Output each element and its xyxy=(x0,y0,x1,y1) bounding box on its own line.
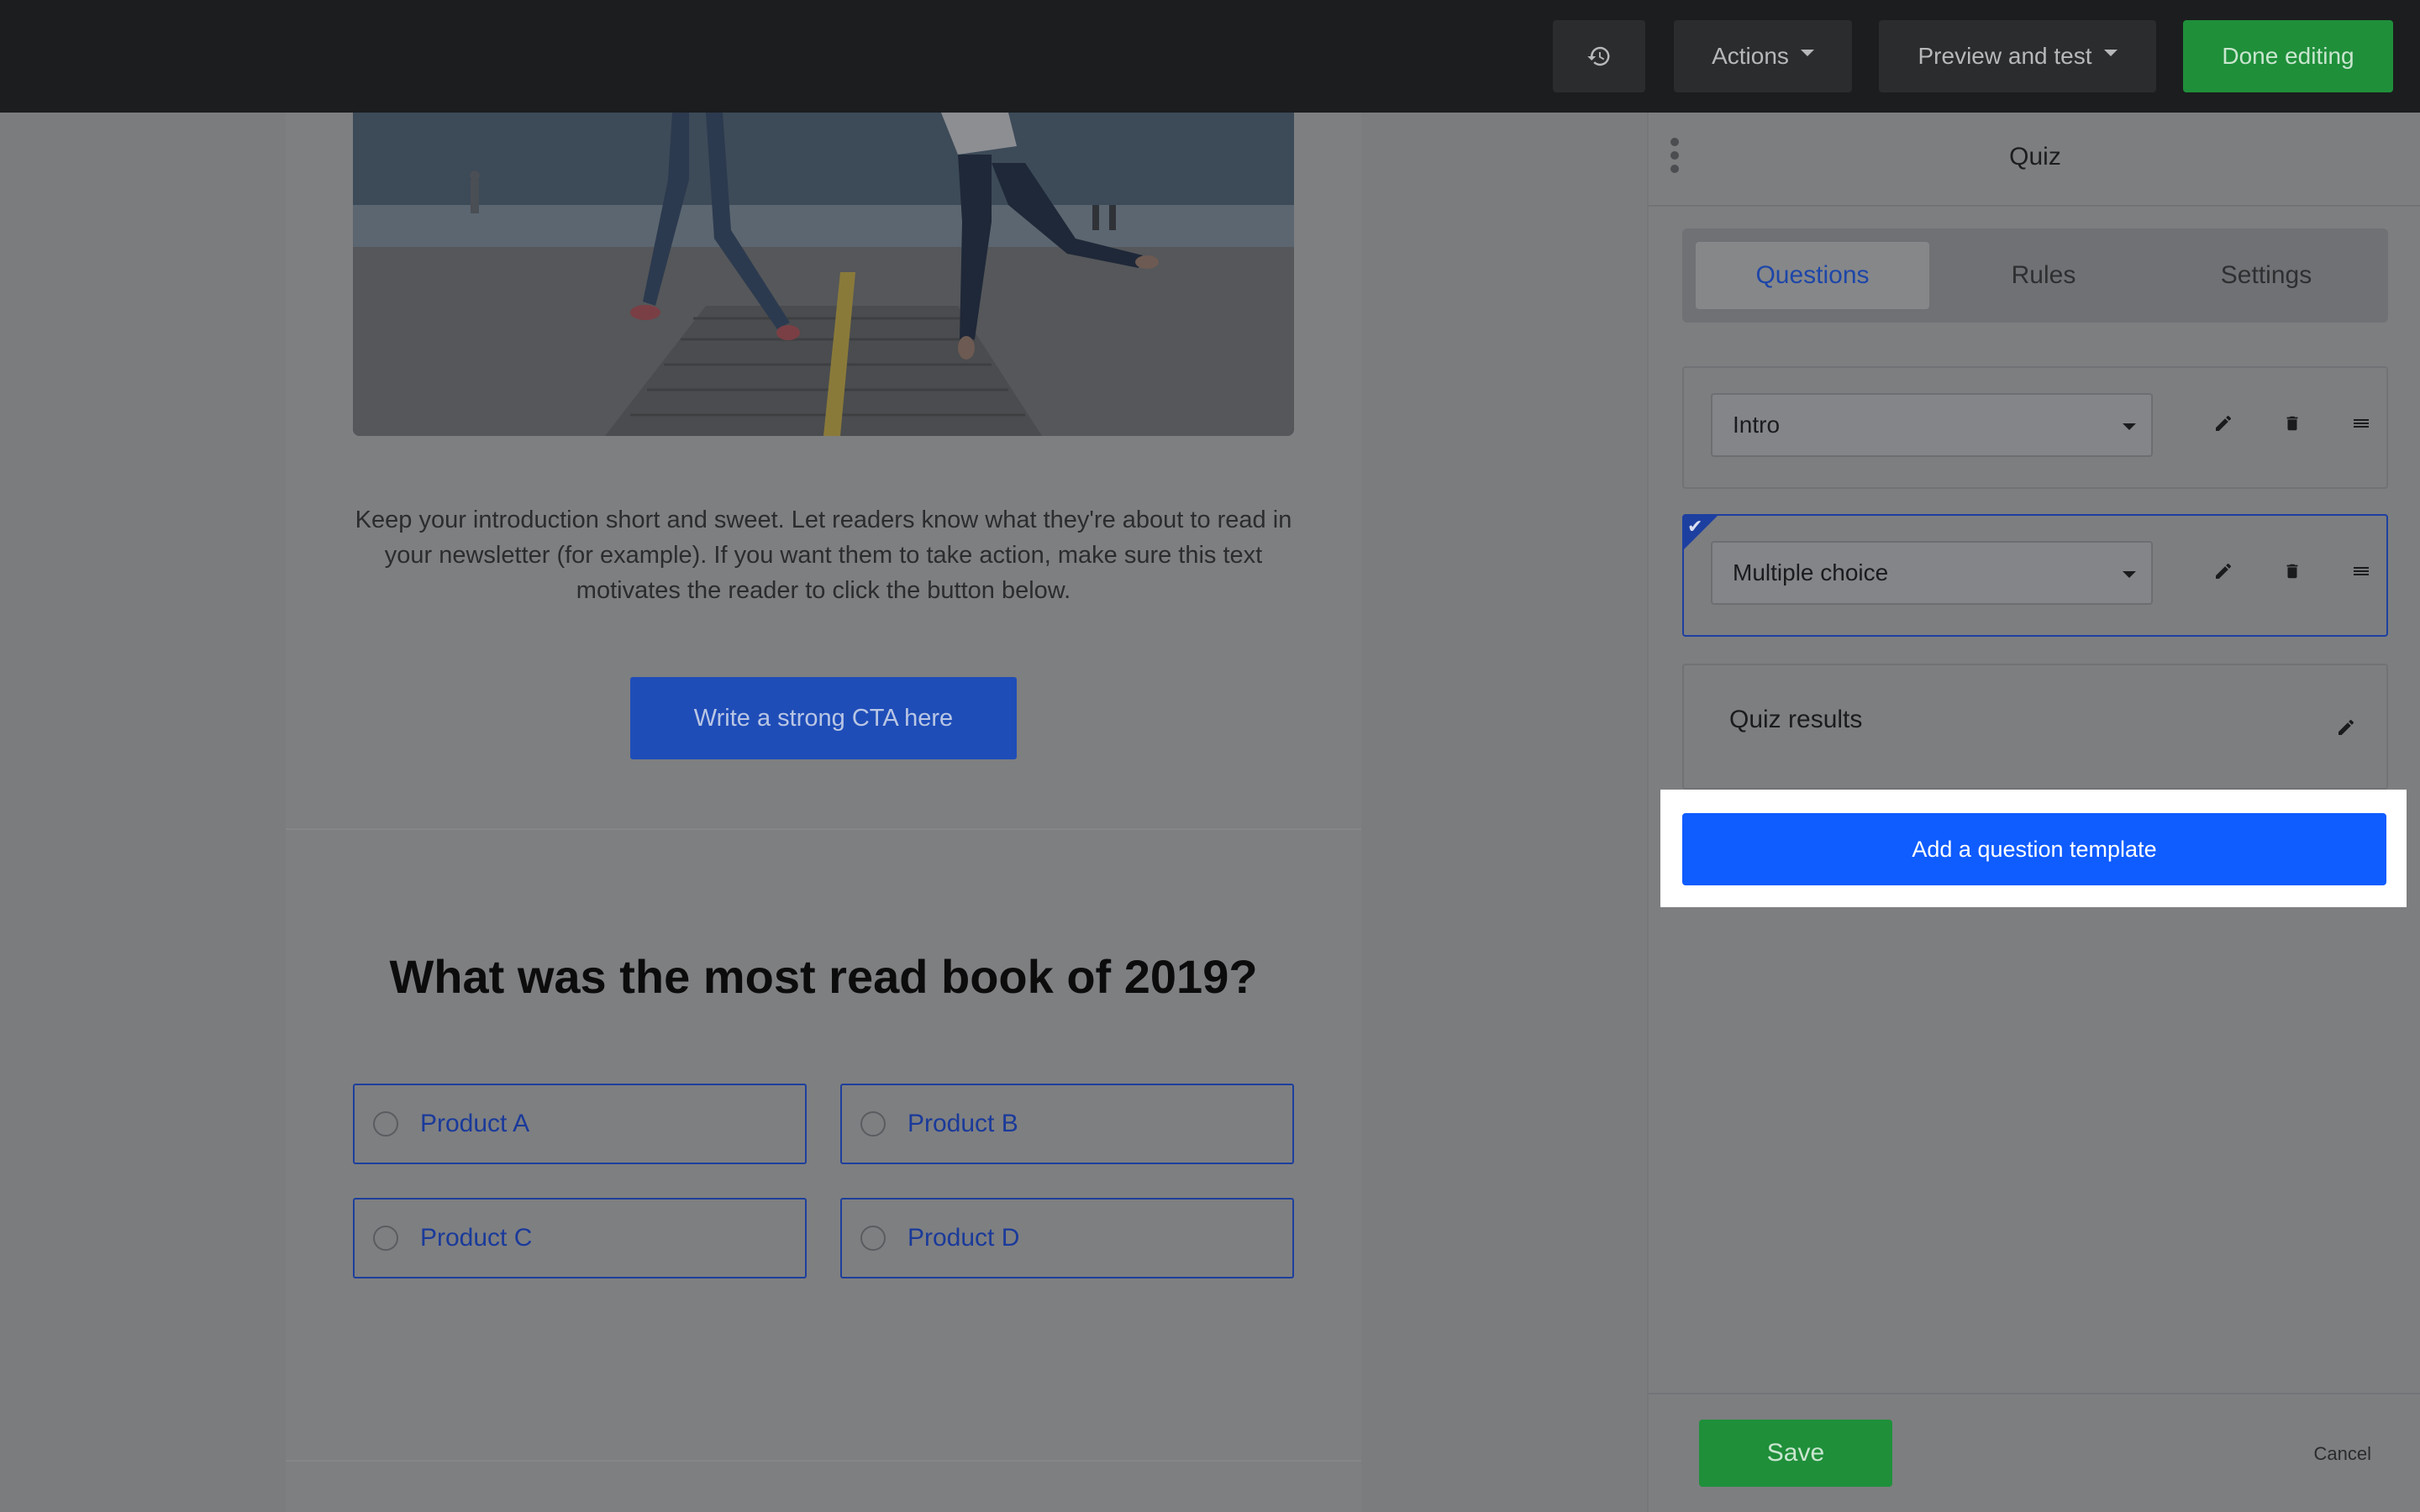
answer-option-d[interactable]: Product D xyxy=(840,1198,1294,1278)
quiz-results-card: Quiz results xyxy=(1682,664,2388,790)
panel-header: Quiz xyxy=(1649,113,2420,207)
section-divider xyxy=(286,1460,1361,1462)
tab-questions[interactable]: Questions xyxy=(1696,242,1929,309)
quiz-question-title: What was the most read book of 2019? xyxy=(389,950,1258,1003)
question-type-select[interactable]: Multiple choice xyxy=(1711,541,2153,605)
section-divider xyxy=(286,828,1361,830)
answer-option-label: Product C xyxy=(420,1224,533,1252)
drag-handle-icon[interactable] xyxy=(2344,554,2378,588)
hero-image xyxy=(353,113,1294,436)
radio-icon xyxy=(860,1111,886,1137)
editor-canvas: Keep your introduction short and sweet. … xyxy=(0,113,1647,1512)
answer-option-label: Product A xyxy=(420,1110,530,1137)
chevron-down-icon xyxy=(2123,423,2136,430)
radio-icon xyxy=(373,1226,398,1251)
edit-icon[interactable] xyxy=(2207,554,2240,588)
question-card-multiple-choice[interactable]: ✔ Multiple choice xyxy=(1682,514,2388,637)
radio-icon xyxy=(373,1111,398,1137)
answer-option-c[interactable]: Product C xyxy=(353,1198,807,1278)
intro-paragraph: Keep your introduction short and sweet. … xyxy=(355,507,1292,604)
preview-label: Preview and test xyxy=(1918,43,2092,69)
answer-option-a[interactable]: Product A xyxy=(353,1084,807,1164)
checkmark-icon: ✔ xyxy=(1687,516,1703,537)
save-button[interactable]: Save xyxy=(1699,1420,1892,1487)
history-icon xyxy=(1587,46,1610,66)
quiz-results-label: Quiz results xyxy=(1729,706,1863,733)
history-button[interactable] xyxy=(1553,20,1645,92)
answer-option-label: Product D xyxy=(908,1224,1020,1252)
question-type-value: Intro xyxy=(1733,412,1781,438)
answer-option-b[interactable]: Product B xyxy=(840,1084,1294,1164)
drag-handle-icon[interactable] xyxy=(2344,407,2378,440)
panel-tabs: Questions Rules Settings xyxy=(1682,228,2388,323)
cta-button[interactable]: Write a strong CTA here xyxy=(630,677,1017,759)
actions-button[interactable]: Actions xyxy=(1674,20,1852,92)
question-type-select[interactable]: Intro xyxy=(1711,393,2153,457)
cancel-link[interactable]: Cancel xyxy=(2314,1443,2371,1465)
add-question-template-button[interactable]: Add a question template xyxy=(1682,813,2386,885)
preview-and-test-button[interactable]: Preview and test xyxy=(1879,20,2156,92)
done-editing-button[interactable]: Done editing xyxy=(2183,20,2393,92)
panel-footer: Save Cancel xyxy=(1649,1393,2420,1512)
trash-icon[interactable] xyxy=(2275,407,2309,440)
trash-icon[interactable] xyxy=(2275,554,2309,588)
top-toolbar: Actions Preview and test Done editing xyxy=(0,0,2420,113)
actions-label: Actions xyxy=(1712,43,1789,69)
answer-option-label: Product B xyxy=(908,1110,1018,1137)
chevron-down-icon xyxy=(2123,571,2136,578)
email-body: Keep your introduction short and sweet. … xyxy=(286,113,1361,1512)
edit-icon[interactable] xyxy=(2329,711,2363,744)
radio-icon xyxy=(860,1226,886,1251)
beach-photo xyxy=(353,113,1294,436)
tab-rules[interactable]: Rules xyxy=(1934,242,2153,309)
tab-settings[interactable]: Settings xyxy=(2158,242,2375,309)
question-type-value: Multiple choice xyxy=(1733,559,1889,585)
edit-icon[interactable] xyxy=(2207,407,2240,440)
panel-title: Quiz xyxy=(2009,143,2061,171)
chevron-down-icon xyxy=(2103,50,2118,56)
question-card-intro: Intro xyxy=(1682,366,2388,489)
chevron-down-icon xyxy=(1800,50,1814,56)
